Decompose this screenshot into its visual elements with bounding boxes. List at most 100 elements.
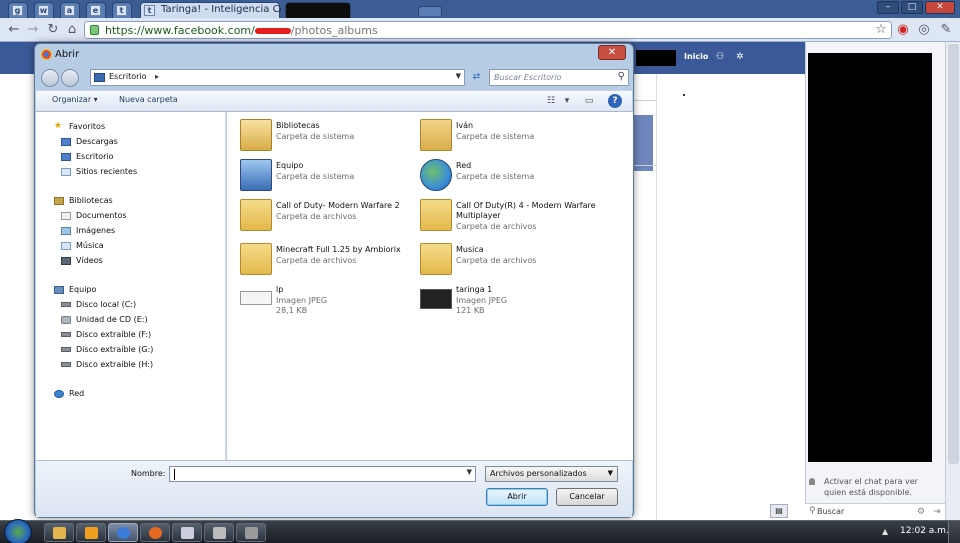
- list-item[interactable]: Iván Carpeta de sistema: [420, 119, 610, 159]
- tab-wordpress[interactable]: w: [34, 2, 54, 18]
- taskbar-media[interactable]: [76, 523, 106, 542]
- taskbar-app7[interactable]: [236, 523, 266, 542]
- redacted-block: [636, 50, 676, 66]
- settings-gear-icon[interactable]: ✲: [736, 52, 744, 62]
- new-folder-button[interactable]: Nueva carpeta: [119, 95, 178, 104]
- computer-icon: [54, 285, 64, 294]
- chat-search-label: Buscar: [817, 507, 845, 516]
- tray-arrow-icon[interactable]: ▲: [882, 527, 888, 536]
- list-item[interactable]: Bibliotecas Carpeta de sistema: [240, 119, 430, 159]
- chat-window-icon[interactable]: ▤: [770, 504, 788, 518]
- eye-ext-icon[interactable]: ◎: [916, 22, 932, 38]
- list-item[interactable]: Minecraft Full 1.25 by Ambiorix Carpeta …: [240, 243, 430, 283]
- nav-documents[interactable]: Documentos: [61, 211, 127, 220]
- nav-label: Vídeos: [76, 256, 103, 265]
- list-item[interactable]: lp Imagen JPEG 28,1 KB: [240, 283, 430, 323]
- start-button[interactable]: [4, 519, 32, 543]
- taskbar-explorer[interactable]: [44, 523, 74, 542]
- nav-computer[interactable]: Equipo: [54, 285, 96, 294]
- minimize-button[interactable]: –: [877, 1, 899, 14]
- clock[interactable]: 12:02 a.m.: [900, 526, 949, 536]
- nav-downloads[interactable]: Descargas: [61, 137, 118, 146]
- nav-desktop[interactable]: Escritorio: [61, 152, 114, 161]
- list-item[interactable]: Red Carpeta de sistema: [420, 159, 610, 199]
- chevron-down-icon[interactable]: ▾: [559, 94, 575, 108]
- wrench-menu-icon[interactable]: ✎: [938, 22, 954, 38]
- sidebar-scrollbar[interactable]: [945, 42, 960, 520]
- taskbar-firefox[interactable]: [140, 523, 170, 542]
- tab-pinned-4[interactable]: e: [86, 2, 106, 18]
- breadcrumb-location[interactable]: Escritorio: [109, 72, 147, 81]
- new-tab-button[interactable]: [418, 6, 442, 16]
- dialog-titlebar[interactable]: Abrir ✕: [35, 44, 633, 66]
- forward-button[interactable]: [61, 69, 79, 87]
- nav-drive-c[interactable]: Disco local (C:): [61, 300, 136, 309]
- nav-drive-e[interactable]: Unidad de CD (E:): [61, 315, 148, 324]
- breadcrumb[interactable]: Escritorio ▸ ▼: [90, 69, 465, 86]
- taskbar-app5[interactable]: [172, 523, 202, 542]
- home-link[interactable]: Inicio: [684, 52, 708, 61]
- filename-input[interactable]: ▼: [169, 466, 476, 482]
- close-window-button[interactable]: ✕: [925, 1, 955, 14]
- taskbar-app6[interactable]: [204, 523, 234, 542]
- tab-google[interactable]: g: [8, 2, 28, 18]
- dialog-close-button[interactable]: ✕: [598, 45, 626, 60]
- gear-icon[interactable]: ⚙: [917, 507, 925, 517]
- nav-pictures[interactable]: Imágenes: [61, 226, 115, 235]
- filetype-select[interactable]: Archivos personalizados ▼: [485, 466, 618, 482]
- list-item[interactable]: Equipo Carpeta de sistema: [240, 159, 430, 199]
- tab-taringa[interactable]: t Taringa! - Inteligencia Co: [140, 2, 281, 18]
- nav-libraries[interactable]: Bibliotecas: [54, 196, 113, 205]
- nav-videos[interactable]: Vídeos: [61, 256, 103, 265]
- nav-label: Imágenes: [76, 226, 116, 235]
- back-button[interactable]: [41, 69, 59, 87]
- forward-arrow-icon[interactable]: →: [25, 22, 41, 38]
- preview-pane-icon[interactable]: ▭: [581, 94, 597, 108]
- chevron-down-icon[interactable]: ▼: [467, 468, 472, 476]
- search-placeholder: Buscar Escritorio: [494, 73, 562, 82]
- open-button[interactable]: Abrir: [486, 488, 548, 506]
- chevron-right-icon[interactable]: ▸: [155, 72, 159, 81]
- network-icon: [420, 159, 452, 191]
- address-bar[interactable]: https://www.facebook.com/ /photos_albums: [84, 21, 892, 39]
- cancel-button[interactable]: Cancelar: [556, 488, 618, 506]
- chat-search-bar[interactable]: ⚲ Buscar ⚙ ⇥: [805, 503, 945, 520]
- folder-icon: [420, 243, 452, 275]
- file-list: Bibliotecas Carpeta de sistema Iván Carp…: [227, 112, 633, 460]
- nav-music[interactable]: Música: [61, 241, 104, 250]
- star-bookmark-icon[interactable]: ☆: [873, 22, 889, 38]
- back-arrow-icon[interactable]: ←: [6, 22, 22, 38]
- list-item[interactable]: Call Of Duty(R) 4 - Modern Warfare Multi…: [420, 199, 610, 245]
- refresh-icon[interactable]: ⇄: [468, 69, 485, 86]
- tab-pinned-3[interactable]: a: [60, 2, 80, 18]
- chat-notice[interactable]: Activar el chat para ver quien está disp…: [808, 476, 938, 498]
- tab-redacted[interactable]: [285, 2, 351, 18]
- popout-icon[interactable]: ⇥: [933, 507, 941, 517]
- nav-drive-g[interactable]: Disco extraíble (G:): [61, 345, 153, 354]
- friends-icon[interactable]: ⚇: [716, 52, 724, 62]
- view-options-icon[interactable]: ☷: [543, 94, 559, 108]
- tab-pinned-5[interactable]: t: [112, 2, 132, 18]
- scrollbar-thumb[interactable]: [948, 44, 959, 464]
- search-input[interactable]: Buscar Escritorio ⚲: [489, 69, 629, 86]
- removable-drive-icon: [61, 362, 71, 367]
- album-card[interactable]: [633, 115, 653, 171]
- help-icon[interactable]: ?: [608, 94, 622, 108]
- chevron-down-icon[interactable]: ▼: [456, 72, 461, 80]
- nav-drive-h[interactable]: Disco extraíble (H:): [61, 360, 153, 369]
- show-desktop-button[interactable]: [948, 521, 960, 543]
- organize-menu[interactable]: Organizar ▾: [52, 95, 98, 104]
- maximize-button[interactable]: □: [901, 1, 923, 14]
- nav-favorites[interactable]: ★ Favoritos: [54, 122, 105, 132]
- reload-icon[interactable]: ↻: [45, 22, 61, 38]
- list-item[interactable]: taringa 1 Imagen JPEG 121 KB: [420, 283, 610, 323]
- list-item[interactable]: Call of Duty- Modern Warfare 2 Carpeta d…: [240, 199, 430, 239]
- opera-ext-icon[interactable]: ◉: [895, 22, 911, 38]
- divider: [633, 165, 656, 166]
- taskbar-chrome[interactable]: [108, 523, 138, 542]
- home-icon[interactable]: ⌂: [64, 22, 80, 38]
- nav-network[interactable]: Red: [54, 389, 84, 398]
- list-item[interactable]: Musica Carpeta de archivos: [420, 243, 610, 283]
- nav-drive-f[interactable]: Disco extraíble (F:): [61, 330, 151, 339]
- nav-recent[interactable]: Sitios recientes: [61, 167, 137, 176]
